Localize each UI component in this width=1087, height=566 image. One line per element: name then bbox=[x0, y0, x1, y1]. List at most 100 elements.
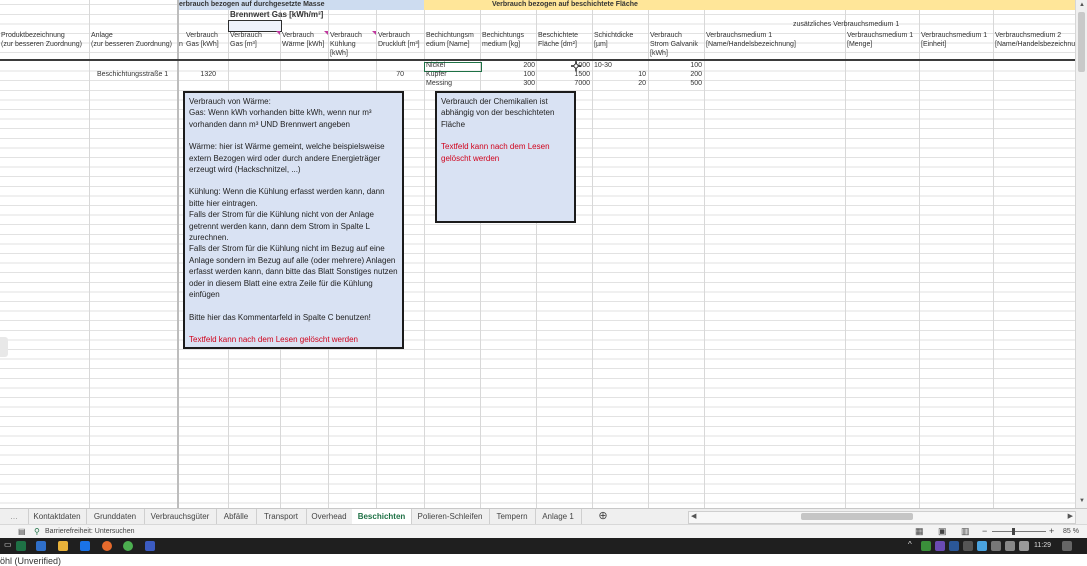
zoom-slider[interactable] bbox=[992, 531, 1046, 532]
header-medium-kg[interactable]: Bechichtungs medium [kg] bbox=[482, 31, 524, 49]
page-layout-icon[interactable]: ▣ bbox=[938, 526, 947, 537]
medium-name-cell[interactable]: Kupfer bbox=[426, 71, 447, 78]
zoom-level[interactable]: 85 % bbox=[1063, 528, 1079, 535]
chrome-icon[interactable] bbox=[123, 541, 133, 551]
column-line bbox=[89, 0, 90, 508]
h-scroll-thumb[interactable] bbox=[801, 513, 913, 520]
tray-app-icon[interactable] bbox=[921, 541, 931, 551]
tab-verbrauchsgueter[interactable]: Verbrauchsgüter bbox=[144, 509, 217, 524]
zoom-out-icon[interactable]: − bbox=[982, 526, 987, 536]
scroll-right-icon[interactable]: ▶ bbox=[1068, 512, 1073, 520]
tab-overhead[interactable]: Overhead bbox=[306, 509, 353, 524]
header-vm2-name[interactable]: Verbrauchsmedium 2 [Name/Handelsbezeichnu… bbox=[995, 31, 1085, 49]
header-druckluft[interactable]: Verbrauch Druckluft [m³] bbox=[378, 31, 420, 49]
tray-app-icon[interactable] bbox=[949, 541, 959, 551]
header-medium-name[interactable]: Bechichtungsm edium [Name] bbox=[426, 31, 474, 49]
tab-tempern[interactable]: Tempern bbox=[489, 509, 536, 524]
add-sheet-icon[interactable]: ⊕ bbox=[592, 509, 614, 524]
side-panel-handle[interactable] bbox=[0, 337, 8, 357]
header-gas-m3[interactable]: Verbrauch Gas [m³] bbox=[230, 31, 262, 49]
tray-app-icon[interactable] bbox=[935, 541, 945, 551]
strom-cell[interactable]: 100 bbox=[650, 62, 702, 69]
page-break-icon[interactable]: ▥ bbox=[961, 526, 970, 537]
sheet-status-icon: ▤ bbox=[18, 527, 26, 536]
header-gas-kwh[interactable]: Verbrauch Gas [kWh] bbox=[186, 31, 219, 49]
column-line bbox=[424, 0, 425, 508]
note-text: Bitte hier das Kommentarfeld in Spalte C… bbox=[189, 312, 371, 322]
column-line bbox=[592, 0, 593, 508]
header-vm1-einheit[interactable]: Verbrauchsmedium 1 [Einheit] bbox=[921, 31, 987, 49]
header-vm1-name[interactable]: Verbrauchsmedium 1 [Name/Handelsbezeichnu… bbox=[706, 31, 796, 49]
gas-kwh-cell[interactable]: 1320 bbox=[186, 71, 216, 78]
tab-polieren-schleifen[interactable]: Polieren-Schleifen bbox=[411, 509, 490, 524]
chemikalien-info-textbox[interactable]: Verbrauch der Chemikalien ist abhängig v… bbox=[435, 91, 576, 223]
accessibility-icon[interactable]: ⚲ bbox=[34, 527, 40, 536]
taskview-icon[interactable]: ▭ bbox=[4, 540, 12, 549]
anlage-cell[interactable]: Beschichtungsstraße 1 bbox=[97, 71, 168, 78]
waerme-info-textbox[interactable]: Verbrauch von Wärme: Gas: Wenn kWh vorha… bbox=[183, 91, 404, 349]
schicht-cell[interactable]: 20 bbox=[594, 80, 646, 87]
druckluft-cell[interactable]: 70 bbox=[378, 71, 404, 78]
notification-icon[interactable] bbox=[1062, 541, 1072, 551]
header-flaeche[interactable]: Beschichtete Fläche [dm²] bbox=[538, 31, 578, 49]
column-line bbox=[993, 0, 994, 508]
cloud-icon[interactable] bbox=[977, 541, 987, 551]
comment-indicator[interactable] bbox=[372, 31, 376, 35]
microphone-icon[interactable] bbox=[963, 541, 973, 551]
comment-indicator[interactable] bbox=[324, 31, 328, 35]
teams-icon[interactable] bbox=[145, 541, 155, 551]
normal-view-icon[interactable]: ▦ bbox=[915, 526, 924, 537]
medium-kg-cell[interactable]: 300 bbox=[482, 80, 535, 87]
strom-cell[interactable]: 200 bbox=[650, 71, 702, 78]
accessibility-status[interactable]: Barrierefreiheit: Untersuchen bbox=[45, 528, 135, 535]
explorer-icon[interactable] bbox=[58, 541, 68, 551]
header-bottom-border bbox=[0, 59, 1075, 61]
clock[interactable]: 11:29 bbox=[1034, 542, 1051, 549]
tab-scroll-icon[interactable]: … bbox=[0, 509, 29, 524]
header-waerme[interactable]: Verbrauch Wärme [kWh] bbox=[282, 31, 324, 49]
app-icon[interactable] bbox=[80, 541, 90, 551]
scroll-left-icon[interactable]: ◀ bbox=[691, 512, 696, 520]
tab-grunddaten[interactable]: Grunddaten bbox=[86, 509, 145, 524]
tab-transport[interactable]: Transport bbox=[256, 509, 307, 524]
header-strom-galvanik[interactable]: Verbrauch Strom Galvanik [kWh] bbox=[650, 31, 698, 58]
strom-cell[interactable]: 500 bbox=[650, 80, 702, 87]
flaeche-cell[interactable]: 7000 bbox=[538, 80, 590, 87]
zoom-in-icon[interactable]: + bbox=[1049, 526, 1054, 536]
tray-chevron-icon[interactable]: ^ bbox=[908, 540, 912, 549]
comment-indicator[interactable] bbox=[276, 31, 280, 35]
column-line bbox=[536, 0, 537, 508]
sheet-tab-bar: … Kontaktdaten Grunddaten Verbrauchsgüte… bbox=[0, 508, 1087, 526]
horizontal-scrollbar[interactable]: ◀ ▶ bbox=[688, 511, 1076, 524]
bottom-overlay: öhl (Unverified) bbox=[0, 554, 1087, 566]
header-kuehlung[interactable]: Verbrauch Kühlung [kWh] bbox=[330, 31, 362, 58]
volume-icon[interactable] bbox=[1019, 541, 1029, 551]
medium-name-cell[interactable]: Nickel bbox=[426, 62, 445, 69]
excel-icon[interactable] bbox=[16, 541, 26, 551]
network-icon[interactable] bbox=[991, 541, 1001, 551]
mass-band-title: erbrauch bezogen auf durchgesetzte Masse bbox=[179, 1, 325, 8]
medium-kg-cell[interactable]: 100 bbox=[482, 71, 535, 78]
outlook-icon[interactable] bbox=[36, 541, 46, 551]
vertical-scrollbar[interactable]: ▲ ▼ bbox=[1075, 0, 1087, 508]
scroll-down-icon[interactable]: ▼ bbox=[1079, 498, 1085, 504]
flaeche-cell[interactable]: 1500 bbox=[538, 71, 590, 78]
schicht-cell[interactable]: 10-30 bbox=[594, 62, 612, 69]
tab-kontaktdaten[interactable]: Kontaktdaten bbox=[28, 509, 87, 524]
schicht-cell[interactable]: 10 bbox=[594, 71, 646, 78]
firefox-icon[interactable] bbox=[102, 541, 112, 551]
flaeche-cell[interactable]: 1000 bbox=[538, 62, 590, 69]
scroll-thumb[interactable] bbox=[1078, 12, 1085, 72]
scroll-up-icon[interactable]: ▲ bbox=[1079, 2, 1085, 8]
header-anlage[interactable]: Anlage (zur besseren Zuordnung) bbox=[91, 31, 172, 49]
battery-icon[interactable] bbox=[1005, 541, 1015, 551]
medium-kg-cell[interactable]: 200 bbox=[482, 62, 535, 69]
header-vm1-menge[interactable]: Verbrauchsmedium 1 [Menge] bbox=[847, 31, 913, 49]
zoom-slider-thumb[interactable] bbox=[1012, 528, 1015, 535]
tab-abfaelle[interactable]: Abfälle bbox=[216, 509, 257, 524]
tab-anlage-1[interactable]: Anlage 1 bbox=[535, 509, 582, 524]
header-schichtdicke[interactable]: Schichtdicke [µm] bbox=[594, 31, 633, 49]
medium-name-cell[interactable]: Messing bbox=[426, 80, 452, 87]
header-produkt[interactable]: Produktbezeichnung (zur besseren Zuordnun… bbox=[1, 31, 82, 49]
header-n[interactable]: n bbox=[179, 40, 183, 49]
